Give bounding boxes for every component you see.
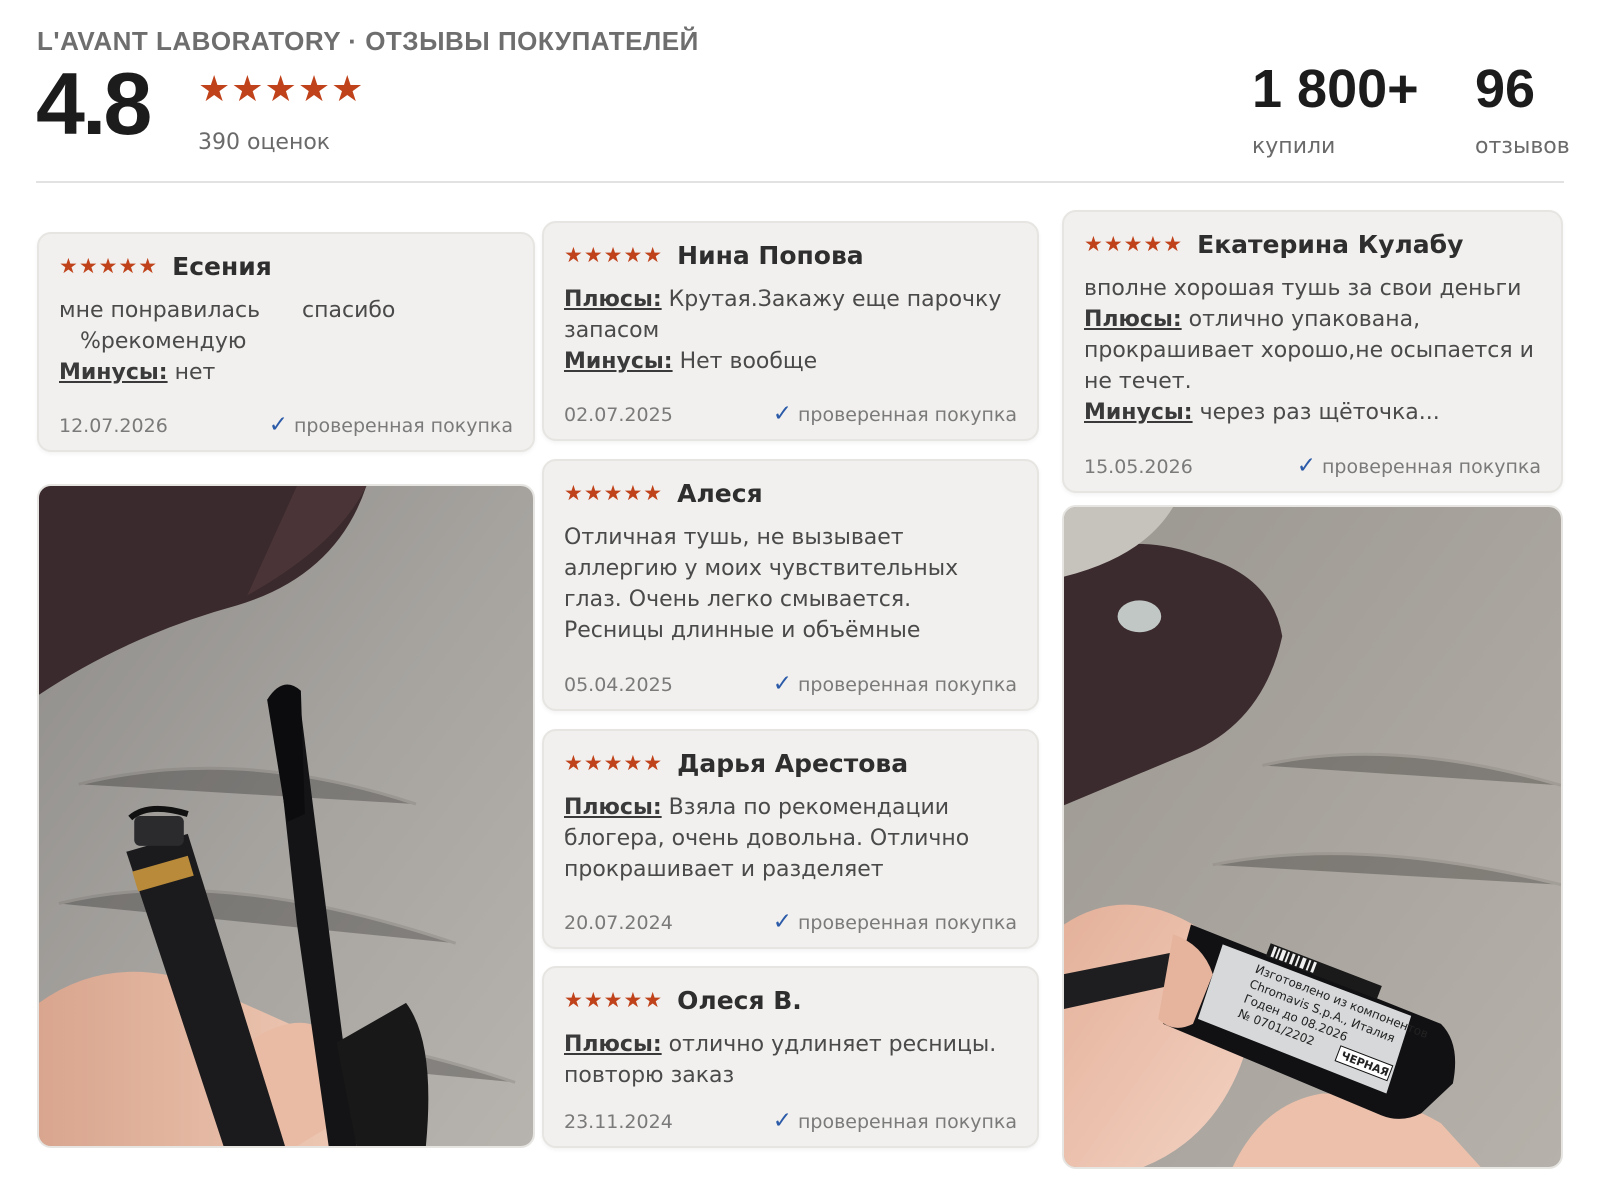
brand-heading: L'AVANT LABORATORY · ОТЗЫВЫ ПОКУПАТЕЛЕЙ (37, 26, 699, 56)
review-text: Плюсы: отлично удлиняет ресницы. повторю… (564, 1029, 1017, 1091)
review-date: 20.07.2024 (564, 912, 673, 934)
review-card[interactable]: ★★★★★ Есения мне понравилась спасибо %ре… (37, 232, 535, 452)
average-rating: 4.8 (36, 54, 152, 153)
mascara-photo-right: Изготовлено из компонентов Chromavis S.p… (1064, 507, 1561, 1167)
verified-purchase: ✓ проверенная покупка (773, 671, 1017, 697)
stat-reviews-label: отзывов (1475, 134, 1570, 159)
check-icon: ✓ (772, 671, 792, 697)
stat-reviews-value: 96 (1475, 59, 1536, 119)
review-stars: ★★★★★ (564, 751, 664, 775)
ratings-count: 390 оценок (198, 130, 331, 155)
review-header: ★★★★★ Дарья Арестова (564, 749, 1017, 778)
review-header: ★★★★★ Екатерина Кулабу (1084, 230, 1541, 259)
minus-text: Нет вообще (672, 349, 818, 374)
review-date: 12.07.2026 (59, 415, 168, 437)
plus-key: Плюсы: (564, 795, 662, 820)
review-header: ★★★★★ Алеся (564, 479, 1017, 508)
review-stars: ★★★★★ (564, 988, 664, 1012)
minus-text: нет (167, 360, 216, 385)
reviewer-name: Есения (172, 252, 272, 281)
reviewer-name: Алеся (677, 479, 763, 508)
minus-text: через раз щёточка... (1192, 400, 1440, 425)
review-text-line: мне понравилась спасибо (59, 298, 396, 323)
verified-label: проверенная покупка (1321, 456, 1541, 478)
header-divider (36, 181, 1564, 183)
verified-label: проверенная покупка (293, 415, 513, 437)
review-text-line: вполне хорошая тушь за свои деньги (1084, 276, 1522, 301)
review-stars: ★★★★★ (564, 481, 664, 505)
plus-key: Плюсы: (564, 1032, 662, 1057)
review-footer: 12.07.2026 ✓ проверенная покупка (59, 412, 513, 438)
rating-stars: ★★★★★ (198, 69, 365, 110)
review-footer: 20.07.2024 ✓ проверенная покупка (564, 909, 1017, 935)
verified-purchase: ✓ проверенная покупка (773, 909, 1017, 935)
review-card[interactable]: ★★★★★ Екатерина Кулабу вполне хорошая ту… (1062, 210, 1563, 493)
check-icon: ✓ (1296, 453, 1316, 479)
check-icon: ✓ (772, 401, 792, 427)
review-date: 15.05.2026 (1084, 456, 1193, 478)
review-card[interactable]: ★★★★★ Олеся В. Плюсы: отлично удлиняет р… (542, 966, 1039, 1148)
reviewer-name: Дарья Арестова (677, 749, 909, 778)
review-stars: ★★★★★ (1084, 232, 1184, 256)
review-footer: 23.11.2024 ✓ проверенная покупка (564, 1108, 1017, 1134)
review-text: Плюсы: Взяла по рекомендации блогера, оч… (564, 792, 1017, 885)
plus-key: Плюсы: (1084, 307, 1182, 332)
review-header: ★★★★★ Олеся В. (564, 986, 1017, 1015)
review-date: 02.07.2025 (564, 404, 673, 426)
verified-label: проверенная покупка (797, 1111, 1017, 1133)
review-header: ★★★★★ Нина Попова (564, 241, 1017, 270)
check-icon: ✓ (268, 412, 288, 438)
review-photo[interactable]: Изготовлено из компонентов Chromavis S.p… (1062, 505, 1563, 1169)
stat-reviews: 96 отзывов (1475, 62, 1570, 159)
verified-purchase: ✓ проверенная покупка (1297, 453, 1541, 479)
stat-bought-label: купили (1252, 134, 1336, 159)
minus-key: Минусы: (564, 349, 673, 374)
review-stars: ★★★★★ (564, 243, 664, 267)
verified-purchase: ✓ проверенная покупка (773, 1108, 1017, 1134)
reviewer-name: Олеся В. (677, 986, 802, 1015)
review-footer: 05.04.2025 ✓ проверенная покупка (564, 671, 1017, 697)
minus-key: Минусы: (1084, 400, 1193, 425)
review-footer: 02.07.2025 ✓ проверенная покупка (564, 401, 1017, 427)
review-card[interactable]: ★★★★★ Дарья Арестова Плюсы: Взяла по рек… (542, 729, 1039, 949)
stat-bought: 1 800+ купили (1252, 62, 1419, 159)
review-date: 05.04.2025 (564, 674, 673, 696)
review-stars: ★★★★★ (59, 254, 159, 278)
mascara-photo-left (39, 486, 533, 1146)
plus-key: Плюсы: (564, 287, 662, 312)
reviewer-name: Нина Попова (677, 241, 864, 270)
review-text: Отличная тушь, не вызывает аллергию у мо… (564, 525, 959, 643)
review-header: ★★★★★ Есения (59, 252, 513, 281)
review-text: вполне хорошая тушь за свои деньги Плюсы… (1084, 273, 1541, 428)
check-icon: ✓ (772, 1108, 792, 1134)
verified-label: проверенная покупка (797, 674, 1017, 696)
review-card[interactable]: ★★★★★ Нина Попова Плюсы: Крутая.Закажу е… (542, 221, 1039, 441)
review-card[interactable]: ★★★★★ Алеся Отличная тушь, не вызывает а… (542, 459, 1039, 711)
verified-label: проверенная покупка (797, 404, 1017, 426)
review-date: 23.11.2024 (564, 1111, 673, 1133)
check-icon: ✓ (772, 909, 792, 935)
review-photo[interactable] (37, 484, 535, 1148)
review-text-line: %рекомендую (59, 329, 247, 354)
reviewer-name: Екатерина Кулабу (1197, 230, 1464, 259)
review-footer: 15.05.2026 ✓ проверенная покупка (1084, 453, 1541, 479)
minus-key: Минусы: (59, 360, 168, 385)
verified-purchase: ✓ проверенная покупка (269, 412, 513, 438)
review-text: мне понравилась спасибо %рекомендую Мину… (59, 295, 513, 388)
stat-bought-value: 1 800+ (1252, 59, 1419, 119)
verified-label: проверенная покупка (797, 912, 1017, 934)
verified-purchase: ✓ проверенная покупка (773, 401, 1017, 427)
review-text: Плюсы: Крутая.Закажу еще парочку запасом… (564, 284, 1017, 377)
